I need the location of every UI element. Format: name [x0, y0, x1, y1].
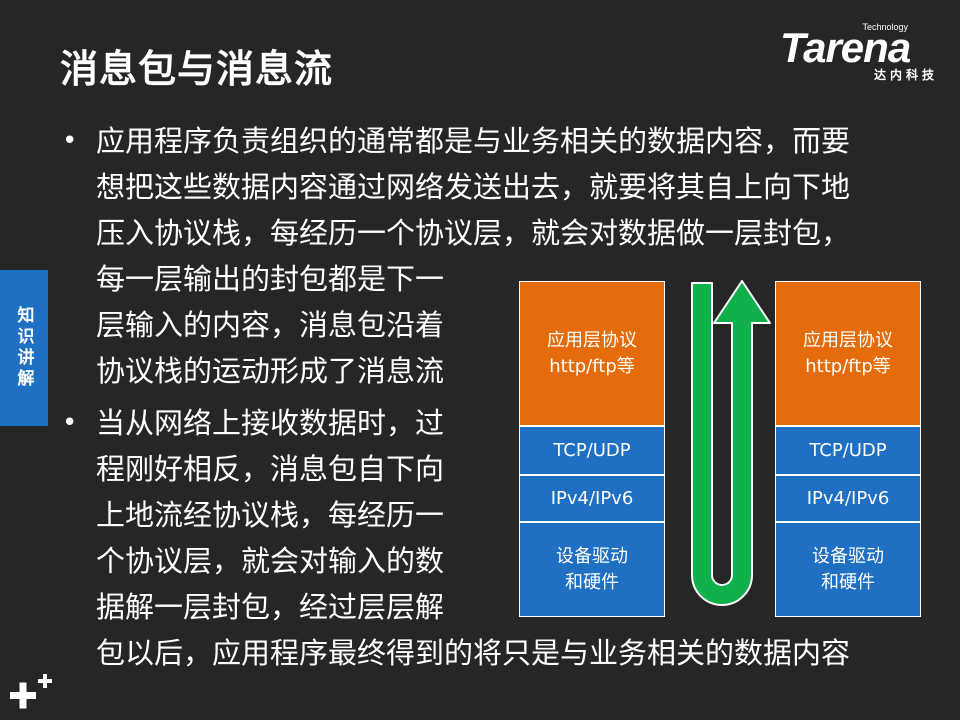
body-text-line: 压入协议栈，每经历一个协议层，就会对数据做一层封包，: [96, 216, 851, 250]
application-layer-label: 应用层协议: [803, 329, 893, 351]
body-text-line: 上地流经协议栈，每经历一: [96, 498, 445, 532]
driver-layer-block: 设备驱动 和硬件: [519, 522, 665, 617]
knowledge-explanation-tab: 知识讲解: [0, 270, 48, 426]
bullet-marker-1: •: [62, 126, 78, 156]
side-tab-label: 知识讲解: [13, 306, 34, 390]
slide-title: 消息包与消息流: [60, 47, 334, 91]
network-layer-block: IPv4/IPv6: [519, 475, 665, 522]
network-layer-label: IPv4/IPv6: [806, 487, 890, 509]
network-layer-label: IPv4/IPv6: [550, 487, 634, 509]
body-text-line: 当从网络上接收数据时，过: [96, 406, 445, 440]
application-layer-block: 应用层协议 http/ftp等: [775, 281, 921, 426]
body-text-line: 每一层输出的封包都是下一: [96, 262, 445, 296]
body-text-line: 据解一层封包，经过层层解: [96, 590, 445, 624]
body-text-line: 层输入的内容，消息包沿着: [96, 308, 445, 342]
network-layer-block: IPv4/IPv6: [775, 475, 921, 522]
hardware-label: 和硬件: [565, 571, 619, 593]
flow-arrow-shape: [691, 280, 771, 606]
application-layer-label: 应用层协议: [547, 329, 637, 351]
transport-layer-block: TCP/UDP: [775, 426, 921, 475]
driver-layer-block: 设备驱动 和硬件: [775, 522, 921, 617]
tarena-logo: Technology Tarena 达内科技: [778, 22, 948, 84]
body-text-line: 程刚好相反，消息包自下向: [96, 452, 445, 486]
logo-chinese-text: 达内科技: [873, 68, 938, 82]
transport-layer-block: TCP/UDP: [519, 426, 665, 475]
transport-layer-label: TCP/UDP: [553, 439, 631, 461]
body-text-line: 个协议层，就会对输入的数: [96, 544, 445, 578]
body-text-line: 包以后，应用程序最终得到的将只是与业务相关的数据内容: [96, 636, 851, 670]
logo-name-text: Tarena: [780, 24, 911, 71]
body-text-line: 协议栈的运动形成了消息流: [96, 354, 445, 388]
u-turn-flow-arrow: [691, 280, 771, 606]
plus-decoration-icon: [10, 674, 52, 709]
application-layer-protocols: http/ftp等: [805, 355, 891, 377]
application-layer-block: 应用层协议 http/ftp等: [519, 281, 665, 426]
body-text-line: 应用程序负责组织的通常都是与业务相关的数据内容，而要: [96, 124, 851, 158]
bullet-marker-2: •: [62, 408, 78, 438]
hardware-label: 和硬件: [821, 571, 875, 593]
body-text-line: 想把这些数据内容通过网络发送出去，就要将其自上向下地: [96, 170, 851, 204]
transport-layer-label: TCP/UDP: [809, 439, 887, 461]
application-layer-protocols: http/ftp等: [549, 355, 635, 377]
driver-layer-label: 设备驱动: [812, 545, 884, 567]
driver-layer-label: 设备驱动: [556, 545, 628, 567]
